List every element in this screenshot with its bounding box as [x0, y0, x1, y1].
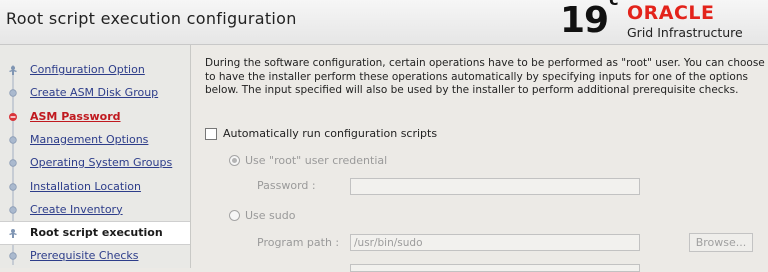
main-panel: During the software configuration, certa… — [191, 45, 768, 272]
radio-unselected-icon — [229, 210, 240, 221]
brand-version: 19c — [560, 0, 619, 41]
sidebar-item-configuration-option[interactable]: Configuration Option — [0, 59, 190, 81]
program-path-field[interactable]: /usr/bin/sudo — [350, 234, 640, 251]
root-credential-label: Use "root" user credential — [245, 154, 388, 167]
step-figure-icon — [9, 66, 17, 75]
step-dot-icon — [9, 252, 17, 261]
sidebar-item-create-inventory[interactable]: Create Inventory — [0, 199, 190, 221]
brand-name: ORACLE — [627, 2, 715, 24]
auto-run-checkbox[interactable] — [205, 127, 217, 140]
sidebar-item-prerequisite-checks[interactable]: Prerequisite Checks — [0, 245, 190, 267]
step-navigation: Configuration Option Create ASM Disk Grou… — [0, 45, 191, 268]
sudo-label: Use sudo — [245, 209, 296, 222]
sidebar-item-root-script-execution[interactable]: Root script execution — [0, 221, 190, 246]
sidebar-item-label: Create Inventory — [30, 202, 123, 216]
password-field[interactable] — [350, 178, 640, 195]
sidebar-item-asm-password[interactable]: ASM Password — [0, 106, 190, 128]
sudo-radio[interactable]: Use sudo — [229, 209, 295, 222]
sidebar-item-label: Management Options — [30, 132, 149, 146]
sidebar-item-create-asm-disk-group[interactable]: Create ASM Disk Group — [0, 82, 190, 104]
password-label: Password : — [257, 179, 316, 192]
sidebar-item-label: Prerequisite Checks — [30, 249, 139, 263]
step-dot-icon — [9, 182, 17, 191]
next-field-partial[interactable] — [350, 264, 640, 272]
step-figure-icon — [9, 229, 17, 239]
step-error-icon — [9, 112, 17, 121]
auto-run-checkbox-row[interactable]: Automatically run configuration scripts — [205, 127, 437, 140]
sidebar-item-label: Create ASM Disk Group — [30, 86, 159, 100]
step-dot-icon — [9, 136, 17, 144]
root-credential-radio[interactable]: Use "root" user credential — [229, 154, 387, 167]
header-bar: Root script execution configuration 19c … — [0, 0, 768, 45]
sidebar-item-label: Root script execution — [30, 226, 163, 240]
sidebar-item-operating-system-groups[interactable]: Operating System Groups — [0, 152, 190, 174]
step-dot-icon — [9, 159, 17, 167]
sidebar-item-label: Installation Location — [30, 179, 141, 193]
sidebar-item-label: Operating System Groups — [30, 156, 173, 170]
radio-selected-icon — [229, 155, 240, 166]
brand-product: Grid Infrastructure — [627, 25, 743, 40]
step-dot-icon — [9, 206, 17, 214]
description-text: During the software configuration, certa… — [205, 57, 765, 96]
auto-run-label: Automatically run configuration scripts — [223, 127, 438, 140]
browse-button[interactable]: Browse... — [689, 233, 753, 252]
sidebar-item-management-options[interactable]: Management Options — [0, 129, 190, 151]
sidebar-item-label: Configuration Option — [30, 63, 145, 76]
page-title: Root script execution configuration — [6, 9, 297, 28]
step-dot-icon — [9, 89, 17, 97]
program-path-label: Program path : — [257, 236, 340, 249]
sidebar-item-label: ASM Password — [30, 109, 121, 123]
sidebar-item-installation-location[interactable]: Installation Location — [0, 176, 190, 198]
